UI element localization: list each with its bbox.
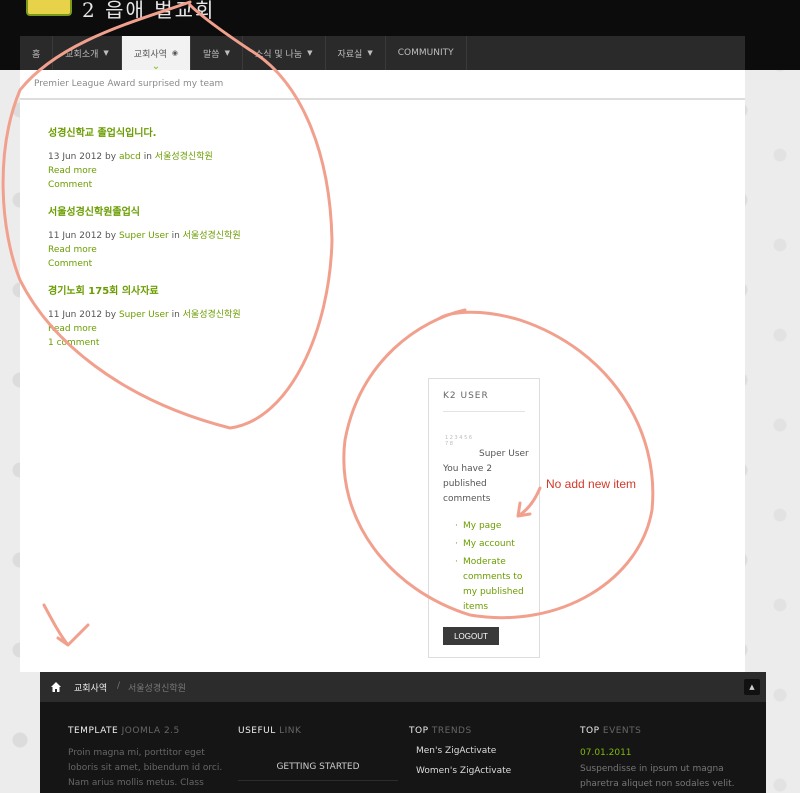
nav-item-news[interactable]: 소식 및 나눔 ▼ xyxy=(243,36,326,70)
footer-col-events: TOP EVENTS 07.01.2011 Suspendisse in ips… xyxy=(580,726,740,792)
logout-button[interactable]: LOGOUT xyxy=(443,627,499,645)
item-meta: 11 Jun 2012 by Super User in 서울성경신학원 xyxy=(48,231,241,241)
trend-link[interactable]: Men's ZigActivate xyxy=(416,746,511,756)
footer-col-links: USEFUL LINK GETTING STARTED xyxy=(238,726,398,781)
event-date: 07.01.2011 xyxy=(580,748,632,758)
item-title[interactable]: 서울성경신학원졸업식 xyxy=(48,203,241,218)
read-more-link[interactable]: Read more xyxy=(48,166,213,176)
list-item: 서울성경신학원졸업식 11 Jun 2012 by Super User in … xyxy=(48,203,241,269)
item-title[interactable]: 성경신학교 졸업식입니다. xyxy=(48,124,213,139)
chevron-down-icon: ▼ xyxy=(224,49,230,57)
item-title[interactable]: 경기노회 175회 의사자료 xyxy=(48,282,241,297)
item-meta: 11 Jun 2012 by Super User in 서울성경신학원 xyxy=(48,310,241,320)
item-meta: 13 Jun 2012 by abcd in 서울성경신학원 xyxy=(48,152,213,162)
comment-link[interactable]: Comment xyxy=(48,259,241,269)
footer-heading: TOP EVENTS xyxy=(580,726,642,736)
list-item: 경기노회 175회 의사자료 11 Jun 2012 by Super User… xyxy=(48,282,241,348)
ticker-text[interactable]: Premier League Award surprised my team xyxy=(34,79,223,89)
menu-item-my-page[interactable]: My page xyxy=(455,519,535,534)
comment-link[interactable]: 1 comment xyxy=(48,338,241,348)
trend-link[interactable]: Women's ZigActivate xyxy=(416,766,511,776)
category-link[interactable]: 서울성경신학원 xyxy=(183,310,241,320)
chevron-down-icon: ▼ xyxy=(103,49,109,57)
read-more-link[interactable]: Read more xyxy=(48,245,241,255)
footer-text: Proin magna mi, porttitor eget loboris s… xyxy=(68,748,223,788)
getting-started-link[interactable]: GETTING STARTED xyxy=(238,754,398,781)
footer-heading: USEFUL LINK xyxy=(238,726,302,736)
user-message: Super User You have 2 published comments xyxy=(443,449,529,504)
footer-col-template: TEMPLATE JOOMLA 2.5 Proin magna mi, port… xyxy=(68,726,228,791)
footer-col-trends: TOP TRENDS Men's ZigActivate Women's Zig… xyxy=(409,726,511,776)
back-to-top-button[interactable]: ▲ xyxy=(744,679,760,695)
footer-breadcrumb: 교회사역 / 서울성경신학원 ▲ xyxy=(40,672,766,702)
home-icon[interactable] xyxy=(50,681,62,693)
nav-item-about[interactable]: 교회소개 ▼ xyxy=(53,36,122,70)
footer-heading: TEMPLATE JOOMLA 2.5 xyxy=(68,726,180,736)
author-link[interactable]: Super User xyxy=(119,310,169,320)
annotation-text: No add new item xyxy=(546,477,637,491)
nav-item-resources[interactable]: 자료실 ▼ xyxy=(326,36,386,70)
breadcrumb-separator: / xyxy=(117,681,121,691)
divider xyxy=(443,411,525,412)
main-content: 성경신학교 졸업식입니다. 13 Jun 2012 by abcd in 서울성… xyxy=(20,100,745,672)
nav-item-home[interactable]: 홈 xyxy=(20,36,54,70)
avatar[interactable]: 1 2 3 4 5 6 7 8 xyxy=(445,435,475,447)
list-item: 성경신학교 졸업식입니다. 13 Jun 2012 by abcd in 서울성… xyxy=(48,124,213,190)
k2-user-module: K2 USER 1 2 3 4 5 6 7 8 Super User You h… xyxy=(428,378,540,658)
menu-item-moderate[interactable]: Moderate comments to my published items xyxy=(455,555,535,615)
menu-item-my-account[interactable]: My account xyxy=(455,537,535,552)
category-link[interactable]: 서울성경신학원 xyxy=(183,231,241,241)
footer-heading: TOP TRENDS xyxy=(409,726,472,736)
module-title: K2 USER xyxy=(443,391,489,401)
main-nav: 홈 교회소개 ▼ 교회사역 ◉ ⌄ 말씀 ▼ 소식 및 나눔 ▼ 자료실 ▼ COMMUNI… xyxy=(20,36,745,72)
chevron-down-icon: ◉ xyxy=(171,49,179,57)
nav-item-sermon[interactable]: 말씀 ▼ xyxy=(191,36,243,70)
user-menu: My page My account Moderate comments to … xyxy=(455,519,535,618)
author-link[interactable]: abcd xyxy=(119,152,141,162)
breadcrumb-current: 서울성경신학원 xyxy=(128,684,186,694)
read-more-link[interactable]: Read more xyxy=(48,324,241,334)
nav-item-community[interactable]: COMMUNITY xyxy=(386,36,467,70)
footer: TEMPLATE JOOMLA 2.5 Proin magna mi, port… xyxy=(40,702,766,793)
breadcrumb-item[interactable]: 교회사역 xyxy=(74,681,107,694)
chevron-down-icon: ▼ xyxy=(307,49,313,57)
author-link[interactable]: Super User xyxy=(119,231,169,241)
chevron-down-icon: ▼ xyxy=(367,49,373,57)
logo-text: 2 읍애 벌교회 xyxy=(82,0,216,22)
news-ticker: Premier League Award surprised my team xyxy=(20,70,745,100)
comment-link[interactable]: Comment xyxy=(48,180,213,190)
logo[interactable] xyxy=(26,0,72,16)
nav-item-ministry[interactable]: 교회사역 ◉ ⌄ xyxy=(121,36,192,72)
event-text: Suspendisse in ipsum ut magna pharetra a… xyxy=(580,764,735,789)
category-link[interactable]: 서울성경신학원 xyxy=(155,152,213,162)
